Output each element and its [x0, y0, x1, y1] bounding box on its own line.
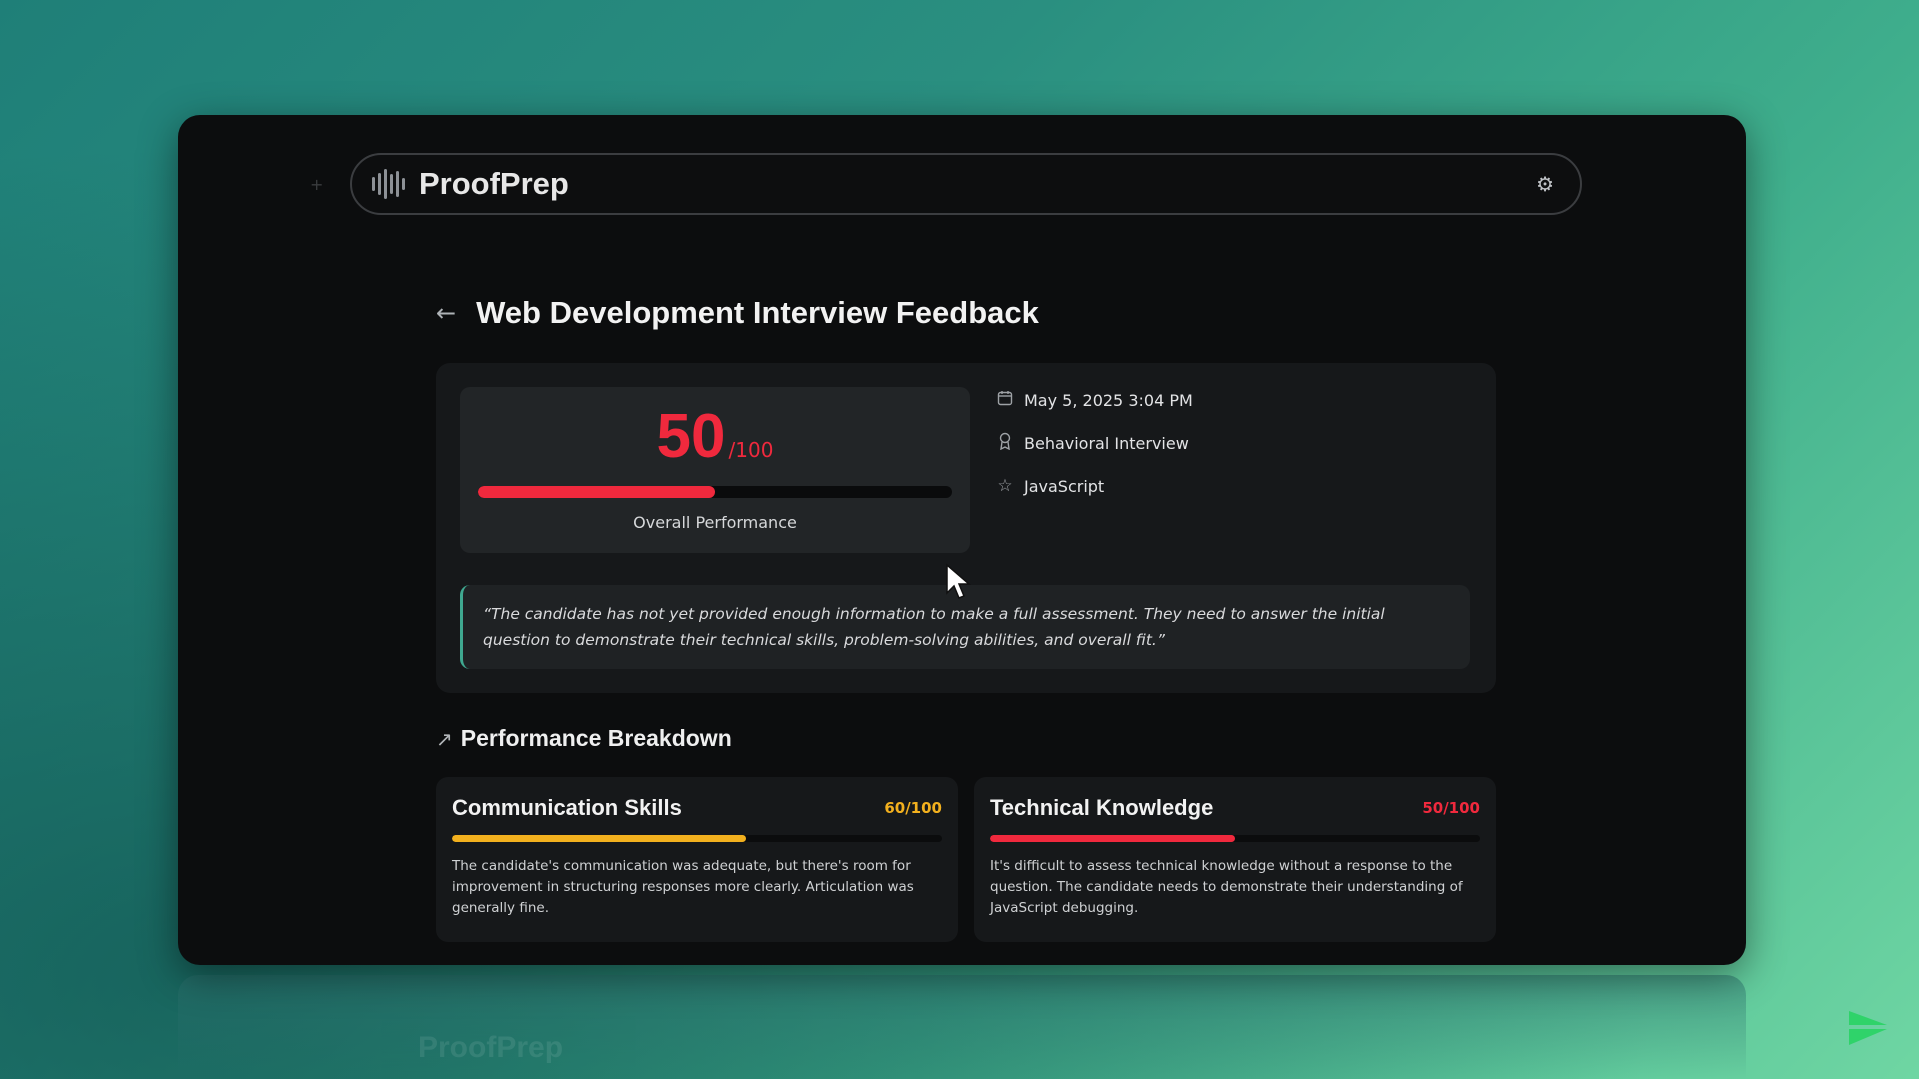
summary-card: 50 /100 Overall Performance May 5, 2025 … [436, 363, 1496, 693]
corner-logo-icon [1849, 1011, 1887, 1045]
skill-bar [452, 835, 942, 842]
arrow-left-icon[interactable]: ← [436, 299, 456, 327]
overall-score-bar [478, 486, 952, 498]
overall-score-bar-fill [478, 486, 715, 498]
skill-bar-fill [990, 835, 1235, 842]
overall-score-box: 50 /100 Overall Performance [460, 387, 970, 553]
badge-icon [994, 432, 1016, 455]
skill-bar [990, 835, 1480, 842]
reflection-brand-name: ProofPrep [418, 1031, 564, 1064]
overall-score-max: /100 [728, 438, 774, 462]
page-title: Web Development Interview Feedback [476, 295, 1039, 330]
app-window: + + ProofPrep ⚙ ← Web Development Interv… [178, 115, 1746, 965]
window-reflection: ProofPrep [178, 975, 1746, 1079]
breakdown-title: Performance Breakdown [460, 725, 732, 751]
sparkle-decoration: + [310, 175, 324, 194]
meta-tech-stack-text: JavaScript [1024, 476, 1105, 496]
breakdown-heading: ↗ Performance Breakdown [436, 725, 732, 752]
interview-meta-list: May 5, 2025 3:04 PM Behavioral Interview… [994, 389, 1193, 518]
mouse-pointer-icon [946, 563, 971, 599]
skill-name: Technical Knowledge [990, 795, 1214, 820]
skill-card-technical: Technical Knowledge 50/100 It's difficul… [974, 777, 1496, 942]
skill-name: Communication Skills [452, 795, 682, 820]
gear-icon[interactable]: ⚙ [1536, 172, 1554, 196]
meta-interview-type: Behavioral Interview [994, 432, 1193, 454]
top-navbar: ProofPrep ⚙ [350, 153, 1582, 215]
meta-date-text: May 5, 2025 3:04 PM [1024, 390, 1193, 410]
skill-score: 50/100 [1422, 799, 1480, 817]
skill-score: 60/100 [884, 799, 942, 817]
brand-name[interactable]: ProofPrep [419, 166, 569, 202]
soundwave-logo-icon [372, 169, 405, 199]
overall-score-value: 50 [656, 402, 726, 471]
calendar-icon [994, 390, 1016, 411]
skill-description: It's difficult to assess technical knowl… [990, 858, 1463, 916]
page-header: ← Web Development Interview Feedback [436, 295, 1039, 331]
skill-description: The candidate's communication was adequa… [452, 858, 914, 916]
trend-up-icon: ↗ [436, 726, 453, 751]
meta-date: May 5, 2025 3:04 PM [994, 389, 1193, 411]
skill-bar-fill [452, 835, 746, 842]
skill-card-communication: Communication Skills 60/100 The candidat… [436, 777, 958, 942]
overall-score-label: Overall Performance [633, 513, 797, 532]
star-icon: ☆ [997, 476, 1013, 496]
meta-interview-type-text: Behavioral Interview [1024, 433, 1189, 453]
meta-tech-stack: ☆ JavaScript [994, 475, 1193, 497]
